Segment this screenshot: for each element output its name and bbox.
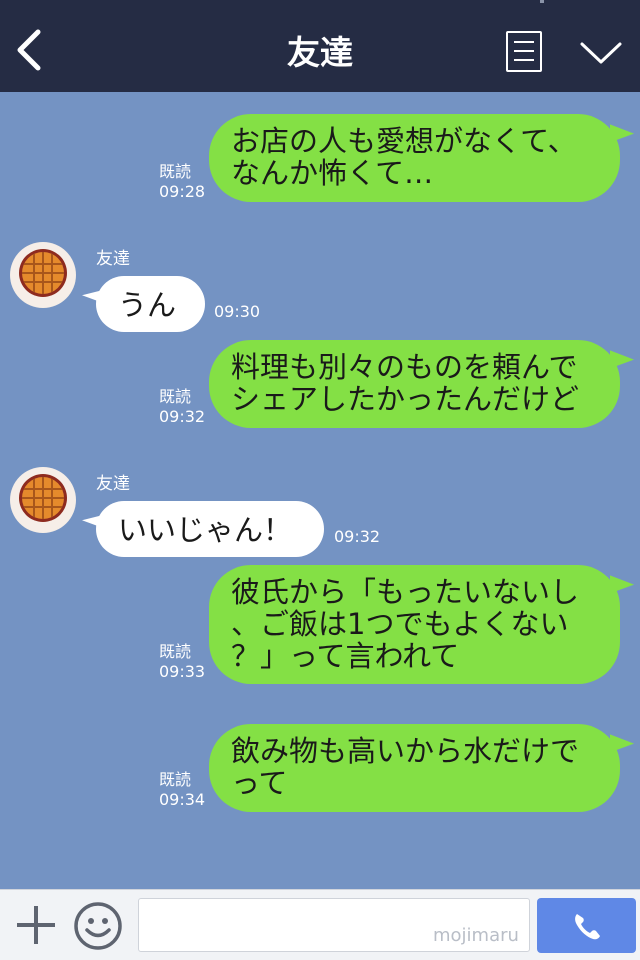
- message-text: お店の人も愛想がなくて、 なんか怖くて…: [231, 124, 577, 190]
- chat-header: 友達: [0, 0, 640, 92]
- sender-name: 友達: [96, 249, 130, 269]
- message-time: 09:28: [159, 182, 206, 201]
- menu-toggle-button[interactable]: [578, 40, 624, 66]
- pie-avatar-icon: [11, 468, 75, 532]
- note-button[interactable]: [506, 31, 542, 72]
- emoji-button[interactable]: [73, 901, 123, 951]
- message-time: 09:32: [159, 407, 206, 426]
- message-meta: 既読 09:34: [159, 770, 205, 810]
- phone-icon: [575, 914, 600, 940]
- read-receipt: 既読: [159, 642, 192, 661]
- message-text: いいじゃん！: [118, 513, 293, 547]
- chat-title: 友達: [287, 33, 353, 72]
- avatar[interactable]: [10, 242, 76, 308]
- message-time: 09:34: [159, 790, 206, 809]
- plus-icon: [17, 906, 55, 944]
- incoming-message-bubble[interactable]: うん: [82, 276, 205, 332]
- message-text: うん: [118, 288, 177, 322]
- message-meta: 既読 09:32: [159, 387, 205, 427]
- chevron-down-icon: [580, 42, 622, 64]
- message-meta: 既読 09:33: [159, 642, 205, 682]
- attach-button[interactable]: [15, 904, 57, 946]
- pie-avatar-icon: [11, 243, 75, 307]
- read-receipt: 既読: [159, 770, 192, 789]
- message-text: 彼氏から「もったいないし 、ご飯は1つでもよくない ？」って言われて: [231, 575, 580, 673]
- read-receipt: 既読: [159, 387, 192, 406]
- sender-name: 友達: [96, 474, 130, 494]
- message-time: 09:33: [159, 662, 206, 681]
- incoming-message-bubble[interactable]: いいじゃん！: [82, 501, 324, 557]
- read-receipt: 既読: [159, 162, 192, 181]
- outgoing-message-bubble[interactable]: お店の人も愛想がなくて、 なんか怖くて…: [209, 114, 634, 202]
- status-mark: [540, 0, 544, 3]
- message-list[interactable]: 既読 09:28 お店の人も愛想がなくて、 なんか怖くて… 友達 うん 09:3…: [0, 92, 640, 889]
- message-meta: 既読 09:28: [159, 162, 205, 202]
- outgoing-message-bubble[interactable]: 飲み物も高いから水だけで って: [209, 724, 634, 812]
- call-button[interactable]: [537, 898, 636, 953]
- watermark-text: mojimaru: [433, 925, 519, 946]
- smiley-icon: [74, 902, 122, 950]
- message-text: 料理も別々のものを頼んで シェアしたかったんだけど: [231, 350, 580, 416]
- outgoing-message-bubble[interactable]: 料理も別々のものを頼んで シェアしたかったんだけど: [209, 340, 634, 428]
- message-time: 09:32: [334, 527, 381, 546]
- message-time: 09:30: [214, 302, 261, 321]
- message-text: 飲み物も高いから水だけで って: [231, 734, 580, 800]
- input-bar: mojimaru: [0, 889, 640, 960]
- avatar[interactable]: [10, 467, 76, 533]
- outgoing-message-bubble[interactable]: 彼氏から「もったいないし 、ご飯は1つでもよくない ？」って言われて: [209, 565, 634, 684]
